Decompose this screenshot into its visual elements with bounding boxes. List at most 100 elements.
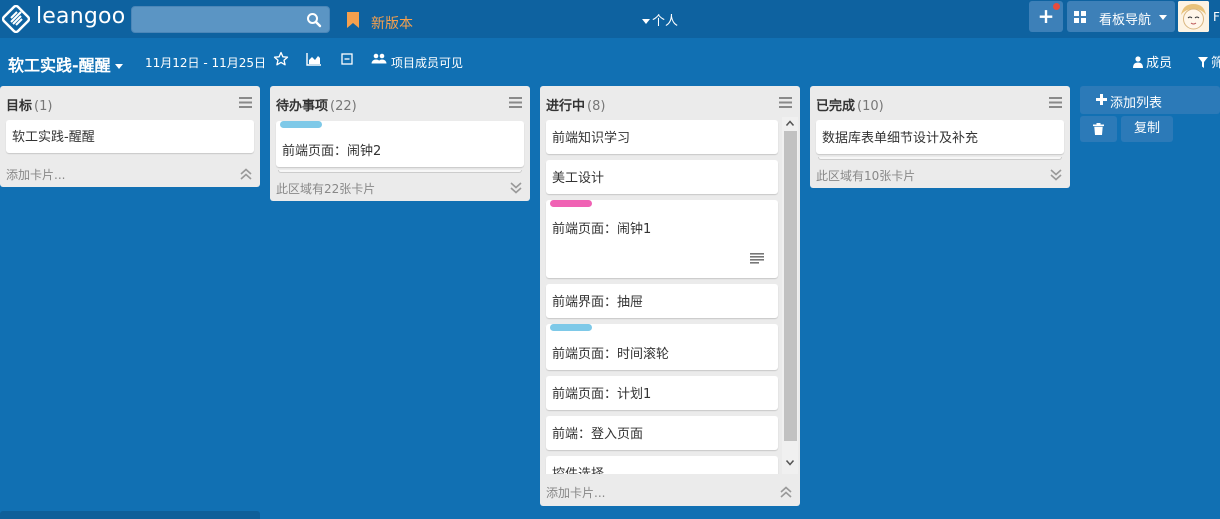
card-label-blue <box>280 121 322 128</box>
filter-icon <box>1198 57 1208 68</box>
list-goals: 目标 (1) 软工实践-醒醒 添加卡片... <box>0 86 260 187</box>
card-title: 前端页面：闹钟1 <box>552 222 652 237</box>
add-list-label: 添加列表 <box>1110 96 1163 111</box>
personal-label: 个人 <box>652 14 679 29</box>
copy-button[interactable]: 复制 <box>1121 116 1173 142</box>
users-icon[interactable] <box>371 51 387 67</box>
hidden-cards-count[interactable]: 此区域有10张卡片 <box>816 167 915 184</box>
filter-label: 筛 <box>1211 56 1220 71</box>
card[interactable]: 前端：登入页面 <box>546 416 778 450</box>
card[interactable]: 数据库表单细节设计及补充 <box>816 120 1064 154</box>
list-title[interactable]: 目标 (1) <box>6 95 52 114</box>
hamburger-menu-icon[interactable] <box>239 97 252 108</box>
notification-dot <box>1053 3 1060 10</box>
filter-button[interactable]: 筛 <box>1198 52 1220 71</box>
list-title[interactable]: 进行中 (8) <box>546 95 605 114</box>
description-icon <box>750 253 764 264</box>
double-chevron-down-icon[interactable] <box>510 182 522 194</box>
personal-dropdown[interactable]: 个人 <box>642 10 678 29</box>
caret-down-icon <box>1159 15 1167 20</box>
card-title: 前端页面：闹钟2 <box>282 144 382 159</box>
hidden-cards-count[interactable]: 此区域有22张卡片 <box>276 180 375 197</box>
card-title: 前端页面：计划1 <box>552 387 652 402</box>
card-title: 前端知识学习 <box>552 131 631 146</box>
double-chevron-up-icon[interactable] <box>240 168 252 180</box>
star-icon[interactable] <box>273 51 289 67</box>
bookmark-icon[interactable] <box>346 11 360 29</box>
card[interactable]: 前端知识学习 <box>546 120 778 154</box>
members-button[interactable]: 成员 <box>1133 52 1172 71</box>
sprint-date-range[interactable]: 11月12日 - 11月25日 <box>145 54 266 71</box>
list-header: 进行中 (8) <box>540 86 800 118</box>
board-nav-label: 看板导航 <box>1099 13 1152 28</box>
card-title: 数据库表单细节设计及补充 <box>822 131 979 146</box>
card-title: 前端页面：时间滚轮 <box>552 347 670 362</box>
avatar[interactable] <box>1178 1 1209 32</box>
new-version-link[interactable]: 新版本 <box>371 13 413 33</box>
grid-icon <box>1074 11 1086 23</box>
list-header: 已完成 (10) <box>810 86 1070 118</box>
card-label-pink <box>550 200 592 207</box>
list-done: 已完成 (10) 数据库表单细节设计及补充 此区域有10张卡片 <box>810 86 1070 188</box>
card-title: 软工实践-醒醒 <box>12 130 95 145</box>
area-chart-icon[interactable] <box>306 51 322 67</box>
card[interactable]: 前端页面：闹钟2 <box>276 121 524 167</box>
hamburger-menu-icon[interactable] <box>779 97 792 108</box>
board-nav-button[interactable]: 看板导航 <box>1067 1 1175 32</box>
logo-text[interactable]: leangoo <box>36 4 125 29</box>
list-todo: 待办事项 (22) 前端页面：闹钟2 此区域有22张卡片 <box>270 86 530 201</box>
list-in-progress: 进行中 (8) 前端知识学习 美工设计 前端页面：闹钟1 前端界面：抽屉 前端页面… <box>540 86 800 506</box>
list-header: 目标 (1) <box>0 86 260 118</box>
list-title[interactable]: 已完成 (10) <box>816 95 884 114</box>
plus-icon <box>1096 94 1107 105</box>
list-footer: 此区域有22张卡片 <box>270 173 530 201</box>
avatar-face-icon <box>1178 1 1209 32</box>
card[interactable]: 软工实践-醒醒 <box>6 120 254 153</box>
list-title[interactable]: 待办事项 (22) <box>276 95 357 114</box>
card-title: 前端界面：抽屉 <box>552 295 644 310</box>
card-title: 前端：登入页面 <box>552 427 644 442</box>
add-list-button[interactable]: 添加列表 <box>1080 86 1220 114</box>
double-chevron-down-icon[interactable] <box>1050 169 1062 181</box>
card[interactable]: 前端页面：时间滚轮 <box>546 324 778 370</box>
scroll-down-icon[interactable] <box>786 460 794 466</box>
delete-button[interactable] <box>1080 116 1117 142</box>
scrollbar[interactable] <box>782 117 798 474</box>
card-scroll-area[interactable]: 前端知识学习 美工设计 前端页面：闹钟1 前端界面：抽屉 前端页面：时间滚轮 前… <box>540 118 800 474</box>
caret-down-icon <box>114 64 123 69</box>
trash-icon <box>1093 123 1104 135</box>
search-icon[interactable] <box>306 12 322 28</box>
card[interactable]: 美工设计 <box>546 160 778 194</box>
card[interactable]: 前端页面：计划1 <box>546 376 778 410</box>
search-input[interactable] <box>131 6 330 33</box>
add-card-link[interactable]: 添加卡片... <box>6 166 65 183</box>
list-footer: 此区域有10张卡片 <box>810 160 1070 188</box>
plus-icon: + <box>1037 4 1055 28</box>
list-footer: 添加卡片... <box>0 159 260 187</box>
board-title[interactable]: 软工实践-醒醒 <box>8 52 125 76</box>
card[interactable]: 控件选择 <box>546 456 778 474</box>
card-title: 美工设计 <box>552 171 605 186</box>
card[interactable]: 前端界面：抽屉 <box>546 284 778 318</box>
user-icon <box>1133 56 1143 68</box>
list-header: 待办事项 (22) <box>270 86 530 118</box>
caret-down-icon <box>642 19 650 24</box>
hamburger-menu-icon[interactable] <box>509 97 522 108</box>
list-bottom-edge <box>0 511 260 519</box>
card-label-blue <box>550 324 592 331</box>
user-initial[interactable]: F <box>1213 10 1220 24</box>
card-title: 控件选择 <box>546 456 778 474</box>
hamburger-menu-icon[interactable] <box>1049 97 1062 108</box>
card[interactable]: 前端页面：闹钟1 <box>546 200 778 278</box>
scrollbar-thumb[interactable] <box>784 131 797 441</box>
scroll-up-icon[interactable] <box>786 120 794 126</box>
collapse-icon[interactable] <box>339 51 355 67</box>
top-bar: leangoo 新版本 个人 + 看板导航 F <box>0 0 1220 38</box>
create-button[interactable]: + <box>1029 1 1063 32</box>
list-footer: 添加卡片... <box>540 474 800 506</box>
add-card-link[interactable]: 添加卡片... <box>546 484 605 501</box>
board-title-text: 软工实践-醒醒 <box>8 56 111 75</box>
double-chevron-up-icon[interactable] <box>780 486 792 498</box>
leangoo-logo-icon[interactable] <box>2 5 30 33</box>
visibility-setting[interactable]: 项目成员可见 <box>391 54 463 71</box>
